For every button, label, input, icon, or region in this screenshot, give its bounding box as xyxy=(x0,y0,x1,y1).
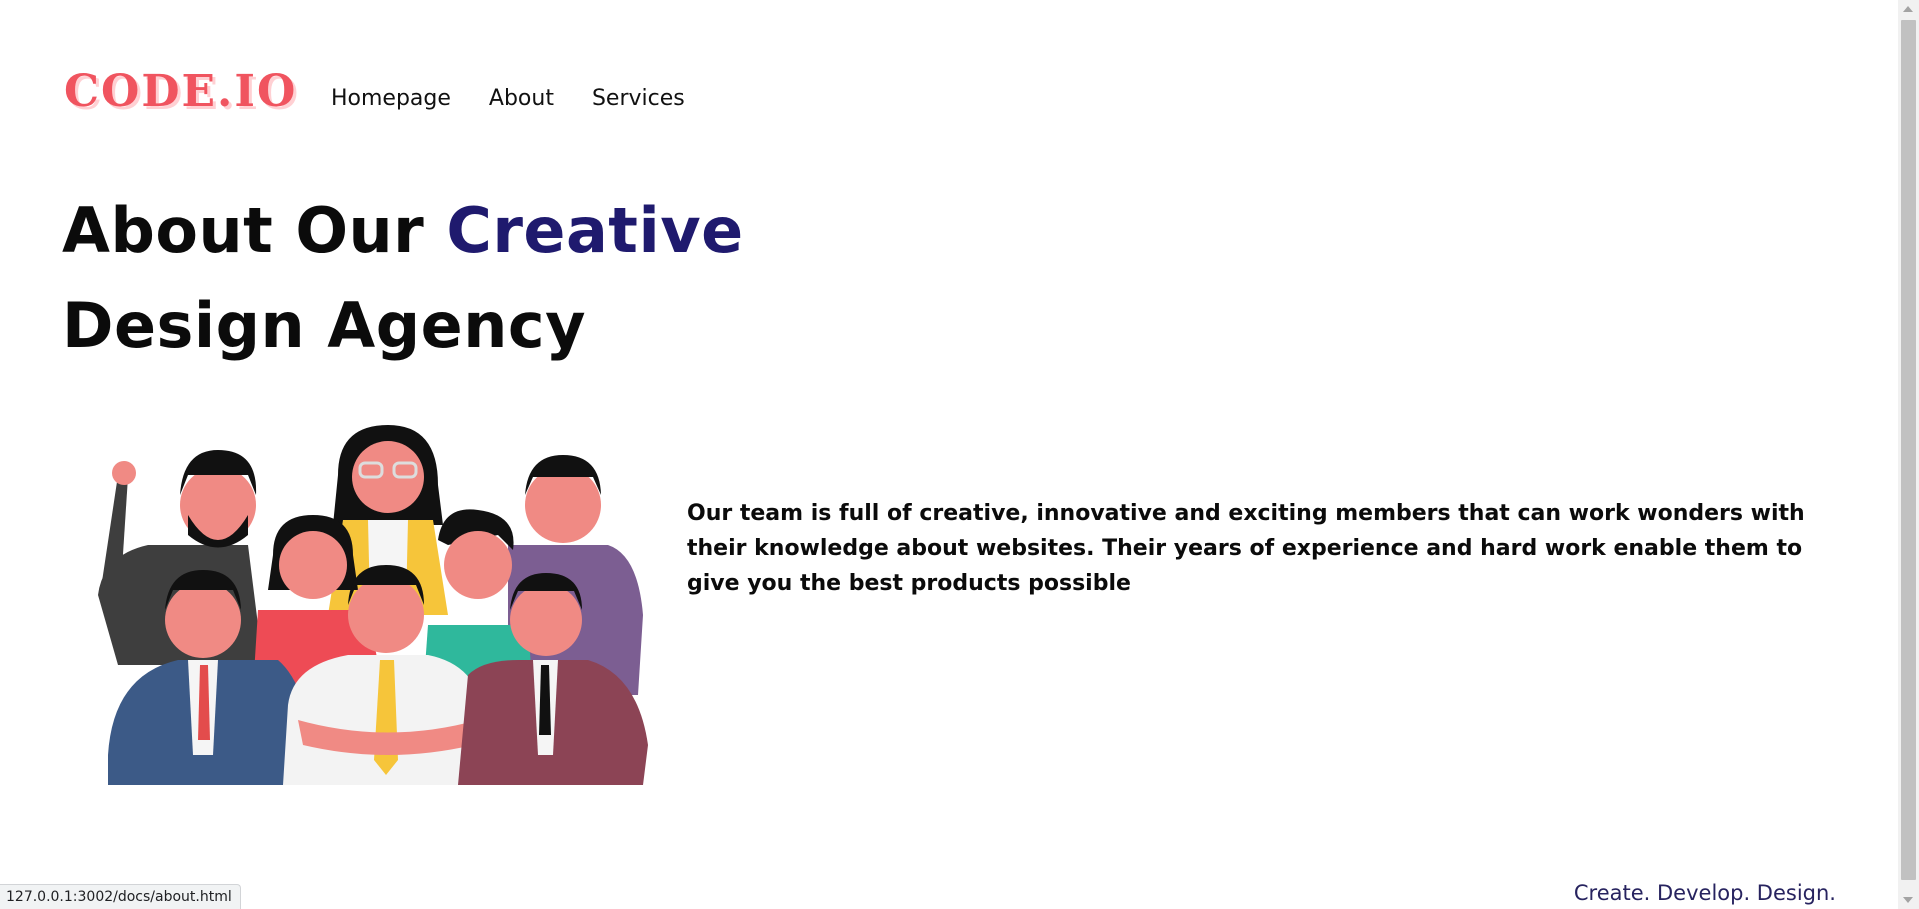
scroll-down-arrow-icon[interactable] xyxy=(1903,897,1913,903)
nav-homepage[interactable]: Homepage xyxy=(331,86,451,111)
vertical-scrollbar[interactable] xyxy=(1898,0,1919,909)
main-nav: Homepage About Services xyxy=(331,86,685,111)
scrollbar-thumb[interactable] xyxy=(1901,20,1916,880)
status-bar-url: 127.0.0.1:3002/docs/about.html xyxy=(0,884,241,909)
hero-title: About Our Creative Design Agency xyxy=(62,183,744,373)
footer-tagline: Create. Develop. Design. xyxy=(1573,881,1836,905)
site-logo[interactable]: CODE.IO xyxy=(64,66,297,117)
page: CODE.IO Homepage About Services About Ou… xyxy=(0,0,1898,909)
scroll-up-arrow-icon[interactable] xyxy=(1903,6,1913,12)
about-description: Our team is full of creative, innovative… xyxy=(687,501,1805,596)
hero-title-part1: About Our xyxy=(62,194,425,267)
nav-services[interactable]: Services xyxy=(592,86,685,111)
hero-title-line2: Design Agency xyxy=(62,289,586,362)
hero-title-accent: Creative xyxy=(446,194,744,267)
team-illustration xyxy=(98,425,648,785)
nav-about[interactable]: About xyxy=(489,86,554,111)
